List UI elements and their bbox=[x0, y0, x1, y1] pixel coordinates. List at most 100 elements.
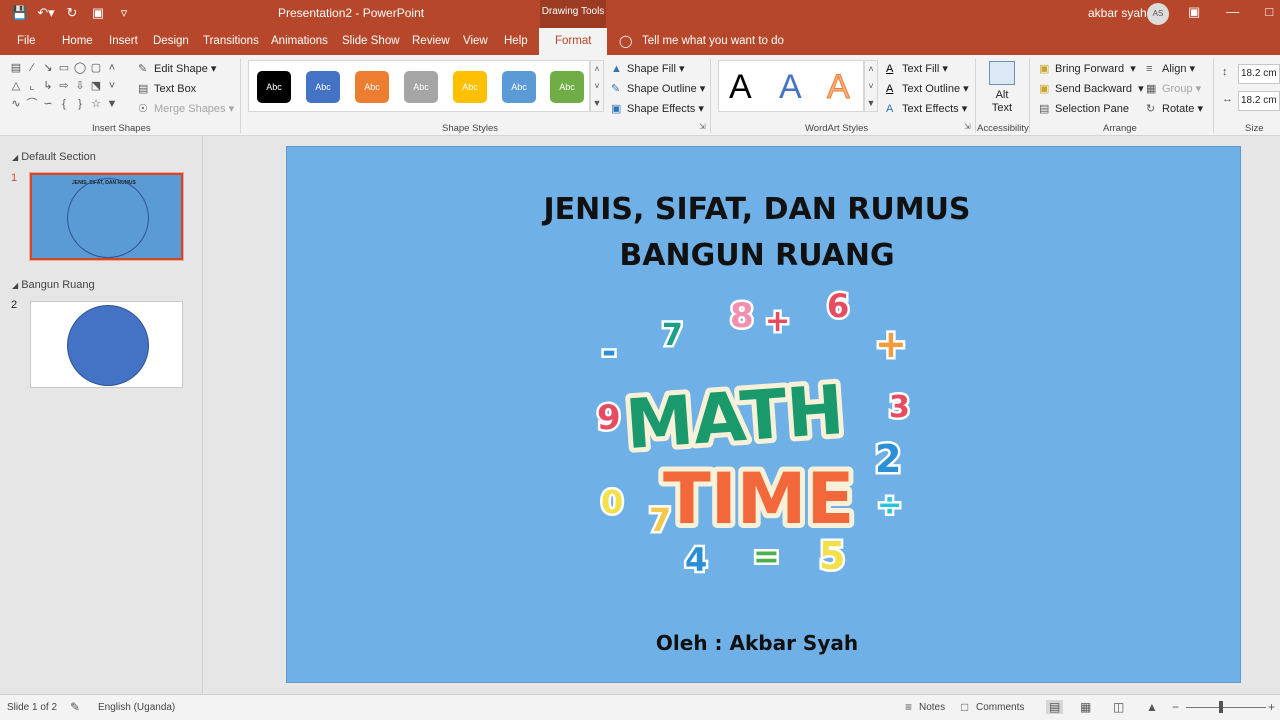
collapse-icon[interactable]: ◢ bbox=[12, 281, 18, 290]
tab-review[interactable]: Review bbox=[412, 35, 450, 47]
style-swatch-blue[interactable]: Abc bbox=[306, 71, 340, 103]
wordart-scroll[interactable]: ˄ ˅ ▼ bbox=[864, 60, 878, 112]
tab-file[interactable]: File bbox=[17, 35, 36, 47]
shape-height-field[interactable]: 18.2 cm bbox=[1238, 64, 1280, 84]
line-shape-icon[interactable]: ∕ bbox=[24, 61, 40, 76]
tab-format[interactable]: Format bbox=[539, 28, 608, 55]
shape-outline-button[interactable]: ✎ Shape Outline ▾ bbox=[611, 82, 705, 95]
tab-view[interactable]: View bbox=[463, 35, 488, 47]
scroll-up-icon[interactable]: ˄ bbox=[104, 61, 120, 76]
shape-styles-gallery[interactable]: Abc Abc Abc Abc Abc Abc Abc bbox=[248, 60, 590, 112]
notes-button[interactable]: Notes bbox=[919, 702, 945, 713]
shape-width-field[interactable]: 18.2 cm bbox=[1238, 91, 1280, 111]
scroll-down-icon[interactable]: ˅ bbox=[104, 79, 120, 94]
minimize-icon[interactable]: — bbox=[1226, 4, 1239, 20]
reading-view-icon[interactable]: ◫ bbox=[1113, 700, 1124, 714]
tab-help[interactable]: Help bbox=[504, 35, 528, 47]
bring-forward-button[interactable]: ▣ Bring Forward ▾ bbox=[1039, 62, 1136, 75]
slide-title[interactable]: JENIS, SIFAT, DAN RUMUS BANGUN RUANG bbox=[467, 187, 1047, 279]
ribbon-display-icon[interactable]: ▣ bbox=[1188, 4, 1200, 20]
current-slide[interactable]: JENIS, SIFAT, DAN RUMUS BANGUN RUANG 8 6… bbox=[286, 146, 1241, 683]
style-swatch-orange[interactable]: Abc bbox=[355, 71, 389, 103]
wordart-blue[interactable]: A bbox=[779, 68, 802, 107]
slide-thumbnail-1[interactable]: JENIS, SIFAT, DAN RUMUS bbox=[29, 172, 184, 261]
undo-icon[interactable]: ↶▾ bbox=[36, 5, 56, 21]
edit-shape-button[interactable]: ✎ Edit Shape ▾ bbox=[138, 62, 216, 75]
callout-shape-icon[interactable]: ⬔ bbox=[88, 79, 104, 94]
user-name[interactable]: akbar syah bbox=[1088, 6, 1147, 20]
wordart-black[interactable]: A bbox=[729, 68, 752, 107]
selection-pane-button[interactable]: ▤ Selection Pane bbox=[1039, 102, 1129, 115]
dialog-launcher-icon[interactable]: ⇲ bbox=[964, 122, 971, 131]
more-icon[interactable]: ▼ bbox=[867, 97, 876, 109]
shape-styles-scroll[interactable]: ˄ ˅ ▼ bbox=[590, 60, 604, 112]
tab-slide-show[interactable]: Slide Show bbox=[342, 35, 400, 47]
slide-author[interactable]: Oleh : Akbar Syah bbox=[617, 631, 897, 655]
tab-transitions[interactable]: Transitions bbox=[203, 35, 259, 47]
slide-sorter-icon[interactable]: ▦ bbox=[1080, 700, 1091, 714]
group-button[interactable]: ▦ Group ▾ bbox=[1146, 82, 1201, 95]
language-indicator[interactable]: English (Uganda) bbox=[98, 702, 175, 713]
math-time-illustration[interactable]: 8 6 7 3 9 2 0 7 4 5 + + - = ÷ MATH TIME bbox=[587, 287, 927, 587]
tell-me-search[interactable]: Tell me what you want to do bbox=[642, 35, 784, 47]
curve-shape-icon[interactable]: ∽ bbox=[40, 97, 56, 112]
wordart-orange[interactable]: A bbox=[827, 68, 851, 107]
shape-effects-button[interactable]: ▣ Shape Effects ▾ bbox=[611, 102, 704, 115]
merge-shapes-button[interactable]: ☉ Merge Shapes ▾ bbox=[138, 102, 234, 115]
style-swatch-lightblue[interactable]: Abc bbox=[502, 71, 536, 103]
right-arrow-shape-icon[interactable]: ⇨ bbox=[56, 79, 72, 94]
section-header-default[interactable]: ◢ Default Section bbox=[12, 151, 96, 163]
brace-right-shape-icon[interactable]: } bbox=[72, 97, 88, 112]
customize-icon[interactable]: ▿ bbox=[114, 5, 134, 21]
spell-check-icon[interactable]: ✎ bbox=[70, 700, 80, 714]
text-fill-button[interactable]: A Text Fill ▾ bbox=[886, 62, 948, 75]
align-button[interactable]: ≡ Align ▾ bbox=[1146, 62, 1195, 75]
present-icon[interactable]: ▣ bbox=[88, 5, 108, 21]
text-box-button[interactable]: ▤ Text Box bbox=[138, 82, 196, 95]
oval-shape-icon[interactable]: ◯ bbox=[72, 61, 88, 76]
down-arrow-shape-icon[interactable]: ⇩ bbox=[72, 79, 88, 94]
dialog-launcher-icon[interactable]: ⇲ bbox=[699, 122, 706, 131]
redo-icon[interactable]: ↻ bbox=[62, 5, 82, 21]
zoom-slider[interactable] bbox=[1186, 707, 1266, 708]
rotate-button[interactable]: ↻ Rotate ▾ bbox=[1146, 102, 1203, 115]
freeform-shape-icon[interactable]: ∿ bbox=[8, 97, 24, 112]
text-outline-button[interactable]: A Text Outline ▾ bbox=[886, 82, 969, 95]
slide-thumbnail-2[interactable] bbox=[30, 301, 183, 388]
shapes-gallery[interactable]: ▤ ∕ ↘ ▭ ◯ ▢ ˄ △ ⌞ ↳ ⇨ ⇩ ⬔ ˅ ∿ ⌒ ∽ { } ☆ … bbox=[8, 61, 120, 112]
avatar[interactable]: AS bbox=[1147, 3, 1169, 25]
restore-icon[interactable]: □ bbox=[1265, 4, 1273, 20]
connector-shape-icon[interactable]: ↳ bbox=[40, 79, 56, 94]
scroll-down-icon[interactable]: ˅ bbox=[868, 80, 873, 92]
style-swatch-green[interactable]: Abc bbox=[550, 71, 584, 103]
more-icon[interactable]: ▼ bbox=[593, 97, 602, 109]
normal-view-icon[interactable]: ▤ bbox=[1046, 700, 1064, 714]
tab-insert[interactable]: Insert bbox=[109, 35, 138, 47]
rectangle-shape-icon[interactable]: ▭ bbox=[56, 61, 72, 76]
zoom-in-icon[interactable]: + bbox=[1268, 700, 1275, 714]
textbox-shape-icon[interactable]: ▤ bbox=[8, 61, 24, 76]
star-shape-icon[interactable]: ☆ bbox=[88, 97, 104, 112]
rounded-rect-shape-icon[interactable]: ▢ bbox=[88, 61, 104, 76]
triangle-shape-icon[interactable]: △ bbox=[8, 79, 24, 94]
scroll-down-icon[interactable]: ˅ bbox=[594, 80, 599, 92]
style-swatch-gray[interactable]: Abc bbox=[404, 71, 438, 103]
alt-text-button[interactable]: Alt Text bbox=[984, 61, 1020, 115]
zoom-out-icon[interactable]: − bbox=[1172, 700, 1179, 714]
scroll-up-icon[interactable]: ˄ bbox=[594, 63, 599, 75]
tab-home[interactable]: Home bbox=[62, 35, 93, 47]
style-swatch-black[interactable]: Abc bbox=[257, 71, 291, 103]
tab-animations[interactable]: Animations bbox=[271, 35, 328, 47]
style-swatch-gold[interactable]: Abc bbox=[453, 71, 487, 103]
wordart-gallery[interactable]: A A A bbox=[718, 60, 864, 112]
save-icon[interactable]: 💾 bbox=[10, 5, 30, 21]
brace-left-shape-icon[interactable]: { bbox=[56, 97, 72, 112]
zoom-slider-thumb[interactable] bbox=[1219, 701, 1223, 713]
collapse-icon[interactable]: ◢ bbox=[12, 153, 18, 162]
arc-shape-icon[interactable]: ⌒ bbox=[24, 97, 40, 112]
text-effects-button[interactable]: A Text Effects ▾ bbox=[886, 102, 967, 115]
comments-button[interactable]: Comments bbox=[976, 702, 1024, 713]
tab-design[interactable]: Design bbox=[153, 35, 189, 47]
slideshow-view-icon[interactable]: ▲ bbox=[1146, 700, 1158, 714]
section-header-bangun-ruang[interactable]: ◢ Bangun Ruang bbox=[12, 279, 95, 291]
